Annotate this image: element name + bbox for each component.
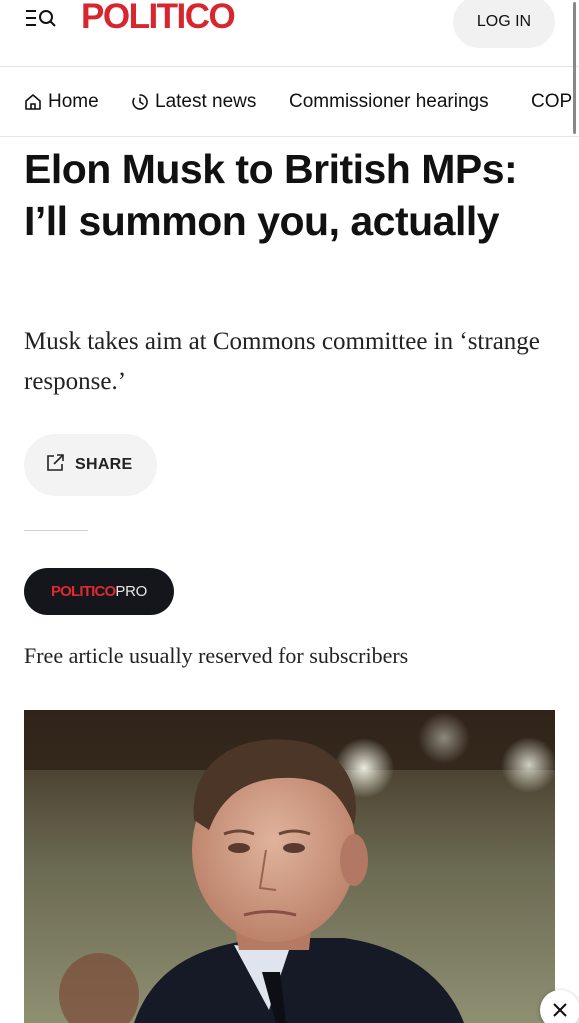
politico-logo[interactable]: POLITICO [81,0,236,37]
nav-item-label: Latest news [155,91,257,112]
top-bar: POLITICO LOG IN [0,0,579,67]
politico-pro-badge[interactable]: POLITICO PRO [24,568,174,615]
pro-badge-suffix: PRO [115,583,148,600]
pro-badge-brand: POLITICO [50,583,116,600]
nav-item-commissioner-hearings[interactable]: Commissioner hearings [289,91,489,113]
share-label: SHARE [75,456,133,473]
login-button[interactable]: LOG IN [453,0,555,48]
share-button[interactable]: SHARE [24,434,157,496]
section-nav: Home Latest news Commissioner hearings C… [0,67,579,137]
nav-item-label: Commissioner hearings [289,91,489,112]
nav-item-label: Home [48,91,99,112]
menu-search-icon[interactable] [24,7,58,31]
close-icon[interactable] [540,990,579,1023]
nav-item-label: COP [531,91,573,112]
divider [24,530,88,531]
share-icon [45,453,65,478]
article-dek: Musk takes aim at Commons committee in ‘… [24,328,540,395]
nav-item-cop[interactable]: COP [531,91,572,113]
clock-icon [131,93,149,111]
article-lead-photo [24,710,555,1023]
nav-item-home[interactable]: Home [24,91,99,113]
article-headline: Elon Musk to British MPs: I’ll summon yo… [24,146,518,244]
nav-item-latest-news[interactable]: Latest news [131,91,256,113]
scrollbar[interactable] [573,2,576,134]
free-article-note: Free article usually reserved for subscr… [24,643,409,668]
home-icon [24,93,42,111]
